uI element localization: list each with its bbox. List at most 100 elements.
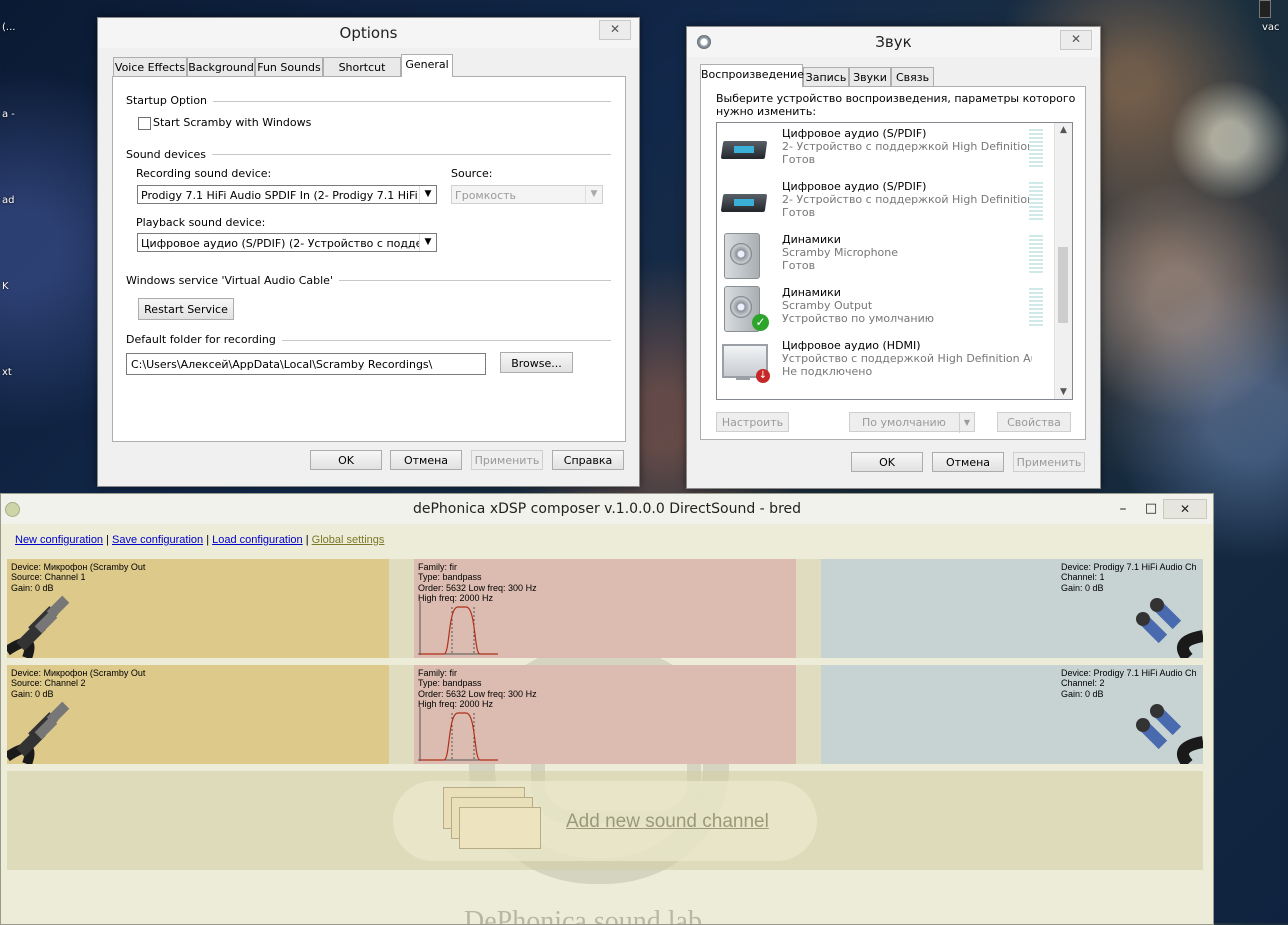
desktop-icon-label[interactable]: ad xyxy=(2,195,14,206)
tab-shortcut-keys[interactable]: Shortcut Keys xyxy=(323,57,401,94)
output-channel: Channel: 2 xyxy=(1061,678,1105,689)
device-list[interactable]: Цифровое аудио (S/PDIF) 2- Устройство с … xyxy=(716,122,1073,400)
device-item[interactable]: Цифровое аудио (S/PDIF) 2- Устройство с … xyxy=(717,176,1051,229)
speaker-default-icon: ✓ xyxy=(720,286,769,332)
scroll-up-icon[interactable]: ▲ xyxy=(1055,125,1072,135)
device-status: Готов xyxy=(782,206,816,219)
browse-button[interactable]: Browse... xyxy=(500,352,573,373)
restart-service-button[interactable]: Restart Service xyxy=(138,298,234,320)
sound-devices-group-title: Sound devices xyxy=(126,148,212,161)
set-default-button[interactable]: По умолчанию ▼ xyxy=(849,412,975,433)
tab-voice-effects[interactable]: Voice Effects xyxy=(113,57,187,77)
device-name: Цифровое аудио (S/PDIF) xyxy=(782,180,927,193)
divider xyxy=(197,154,611,155)
sound-channel: Device: Микрофон (Scramby Out Source: Ch… xyxy=(7,559,1203,658)
desktop-icon-label[interactable]: a - xyxy=(2,109,15,120)
configure-button[interactable]: Настроить xyxy=(716,412,789,432)
start-with-windows-checkbox[interactable] xyxy=(138,117,151,130)
minimize-icon[interactable]: – xyxy=(1113,494,1133,524)
tab-communications[interactable]: Связь xyxy=(891,67,934,87)
save-configuration-link[interactable]: Save configuration xyxy=(112,534,203,546)
source-block[interactable]: Device: Микрофон (Scramby Out Source: Ch… xyxy=(7,665,389,764)
filter-order: Order: 5632 Low freq: 300 Hz xyxy=(418,582,537,593)
output-device: Device: Prodigy 7.1 HiFi Audio Ch xyxy=(1061,562,1197,572)
tab-recording[interactable]: Запись xyxy=(803,67,849,87)
bandpass-response-graph xyxy=(418,601,498,655)
add-channel-label[interactable]: Add new sound channel xyxy=(566,811,769,833)
recording-device-select[interactable]: Prodigy 7.1 HiFi Audio SPDIF In (2- Prod… xyxy=(137,185,437,204)
composer-titlebar[interactable]: dePhonica xDSP composer v.1.0.0.0 Direct… xyxy=(1,494,1213,524)
device-subtitle: Устройство с поддержкой High Definition … xyxy=(782,352,1032,365)
desktop-icon-label[interactable]: vac xyxy=(1262,22,1280,33)
device-status: Готов xyxy=(782,153,816,166)
sound-titlebar[interactable]: Звук ✕ xyxy=(687,27,1100,57)
desktop-app-icon[interactable] xyxy=(1259,0,1271,18)
sound-channel: Device: Микрофон (Scramby Out Source: Ch… xyxy=(7,665,1203,764)
device-name: Динамики xyxy=(782,286,841,299)
recording-folder-input[interactable]: C:\Users\Алексей\AppData\Local\Scramby R… xyxy=(126,353,486,375)
load-configuration-link[interactable]: Load configuration xyxy=(212,534,303,546)
device-name: Динамики xyxy=(782,233,841,246)
level-meter xyxy=(1029,235,1043,275)
desktop-icon-label[interactable]: (... xyxy=(2,22,15,33)
desktop-icon-label[interactable]: K xyxy=(2,281,9,292)
scroll-down-icon[interactable]: ▼ xyxy=(1055,387,1072,397)
global-settings-link[interactable]: Global settings xyxy=(312,534,385,546)
start-with-windows-label[interactable]: Start Scramby with Windows xyxy=(153,116,311,129)
tab-general[interactable]: General xyxy=(401,54,453,77)
tab-fun-sounds[interactable]: Fun Sounds xyxy=(255,57,323,77)
apply-button[interactable]: Применить xyxy=(1013,452,1085,472)
scroll-thumb[interactable] xyxy=(1058,247,1068,323)
device-list-scrollbar[interactable]: ▲ ▼ xyxy=(1054,123,1072,399)
divider xyxy=(309,280,611,281)
folder-group-title: Default folder for recording xyxy=(126,333,282,346)
options-titlebar[interactable]: Options ✕ xyxy=(98,18,639,48)
options-tab-strip: Voice Effects Background Fun Sounds Shor… xyxy=(113,54,623,94)
chevron-down-icon: ▼ xyxy=(585,186,602,203)
level-meter xyxy=(1029,182,1043,222)
add-channel-area: Add new sound channel xyxy=(7,771,1203,870)
close-icon[interactable]: ✕ xyxy=(1163,499,1207,519)
options-window: Options ✕ Voice Effects Background Fun S… xyxy=(97,17,640,487)
help-button[interactable]: Справка xyxy=(552,450,624,470)
device-item[interactable]: Динамики Scramby Microphone Готов xyxy=(717,229,1051,282)
source-channel: Source: Channel 1 xyxy=(11,572,86,583)
source-channel: Source: Channel 2 xyxy=(11,678,86,689)
tab-playback[interactable]: Воспроизведение xyxy=(700,64,804,87)
apply-button[interactable]: Применить xyxy=(471,450,543,470)
level-meter xyxy=(1029,129,1043,169)
chevron-down-icon[interactable]: ▼ xyxy=(959,413,974,433)
app-logo-icon xyxy=(5,502,20,517)
playback-device-select[interactable]: Цифровое аудио (S/PDIF) (2- Устройство с… xyxy=(137,233,437,252)
source-select[interactable]: Громкость ▼ xyxy=(451,185,603,204)
maximize-icon[interactable]: □ xyxy=(1141,494,1161,524)
ok-button[interactable]: OK xyxy=(851,452,923,472)
window-title: Звук xyxy=(875,33,912,51)
device-status: Устройство по умолчанию xyxy=(782,312,935,325)
new-configuration-link[interactable]: New configuration xyxy=(15,534,103,546)
watermark-text: DePhonica sound lab xyxy=(464,906,702,925)
output-block[interactable]: Device: Prodigy 7.1 HiFi Audio Ch Channe… xyxy=(821,665,1203,764)
source-block[interactable]: Device: Микрофон (Scramby Out Source: Ch… xyxy=(7,559,389,658)
add-channel-button[interactable]: Add new sound channel xyxy=(393,781,817,861)
check-icon: ✓ xyxy=(752,314,769,331)
desktop-icon-label[interactable]: xt xyxy=(2,367,12,378)
device-subtitle: 2- Устройство с поддержкой High Definiti… xyxy=(782,140,1032,153)
chevron-down-icon: ▼ xyxy=(419,234,436,251)
cancel-button[interactable]: Отмена xyxy=(932,452,1004,472)
close-icon[interactable]: ✕ xyxy=(1060,30,1092,50)
tab-sounds[interactable]: Звуки xyxy=(849,67,891,87)
ok-button[interactable]: OK xyxy=(310,450,382,470)
properties-button[interactable]: Свойства xyxy=(997,412,1071,432)
xlr-cable-icon xyxy=(7,595,70,658)
filter-block[interactable]: Family: fir Type: bandpass Order: 5632 L… xyxy=(414,559,796,658)
output-block[interactable]: Device: Prodigy 7.1 HiFi Audio Ch Channe… xyxy=(821,559,1203,658)
device-item[interactable]: Цифровое аудио (S/PDIF) 2- Устройство с … xyxy=(717,123,1051,176)
cancel-button[interactable]: Отмена xyxy=(390,450,462,470)
filter-block[interactable]: Family: fir Type: bandpass Order: 5632 L… xyxy=(414,665,796,764)
tab-background[interactable]: Background xyxy=(187,57,255,77)
device-item[interactable]: ✓ Динамики Scramby Output Устройство по … xyxy=(717,282,1051,335)
source-device: Device: Микрофон (Scramby Out xyxy=(11,668,146,678)
device-item[interactable]: ↓ Цифровое аудио (HDMI) Устройство с под… xyxy=(717,335,1051,388)
close-icon[interactable]: ✕ xyxy=(599,20,631,40)
